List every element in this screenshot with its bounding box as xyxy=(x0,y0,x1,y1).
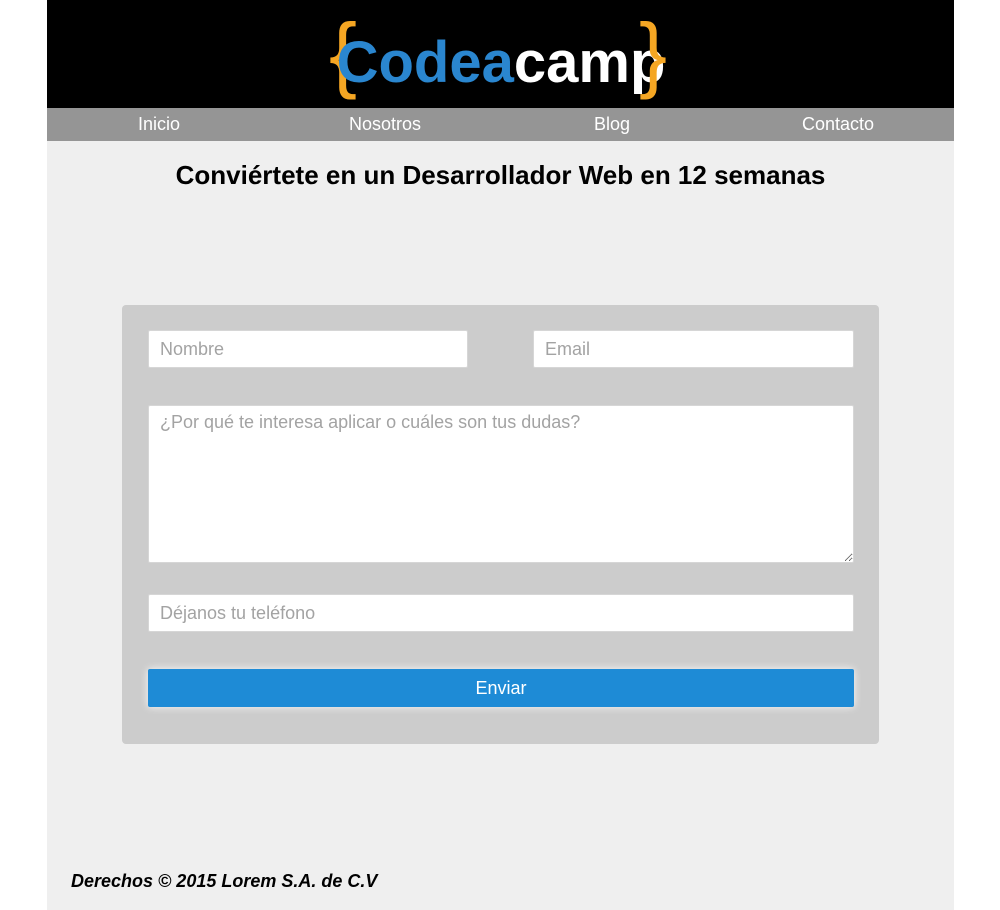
footer-copyright: Derechos © 2015 Lorem S.A. de C.V xyxy=(71,871,378,891)
name-input[interactable] xyxy=(148,330,468,368)
phone-input[interactable] xyxy=(148,594,854,632)
nav-item-inicio[interactable]: Inicio xyxy=(138,108,180,141)
email-input[interactable] xyxy=(533,330,854,368)
page-container: { Codeacamp } Inicio Nosotros Blog Conta… xyxy=(47,0,954,910)
contact-form: Enviar xyxy=(122,305,879,744)
nav-item-contacto[interactable]: Contacto xyxy=(802,108,874,141)
main-nav: Inicio Nosotros Blog Contacto xyxy=(47,108,954,141)
submit-button[interactable]: Enviar xyxy=(148,669,854,707)
site-header: { Codeacamp } xyxy=(47,0,954,108)
codeacamp-logo[interactable]: { Codeacamp } xyxy=(319,0,683,108)
page-title: Conviértete en un Desarrollador Web en 1… xyxy=(175,160,826,190)
logo-brand-part1: Codea xyxy=(337,30,515,95)
logo-brace-close: } xyxy=(639,6,667,100)
nav-item-blog[interactable]: Blog xyxy=(594,108,630,141)
logo-wordmark: Codeacamp xyxy=(337,30,666,95)
message-textarea[interactable] xyxy=(148,405,854,563)
nav-item-nosotros[interactable]: Nosotros xyxy=(349,108,421,141)
